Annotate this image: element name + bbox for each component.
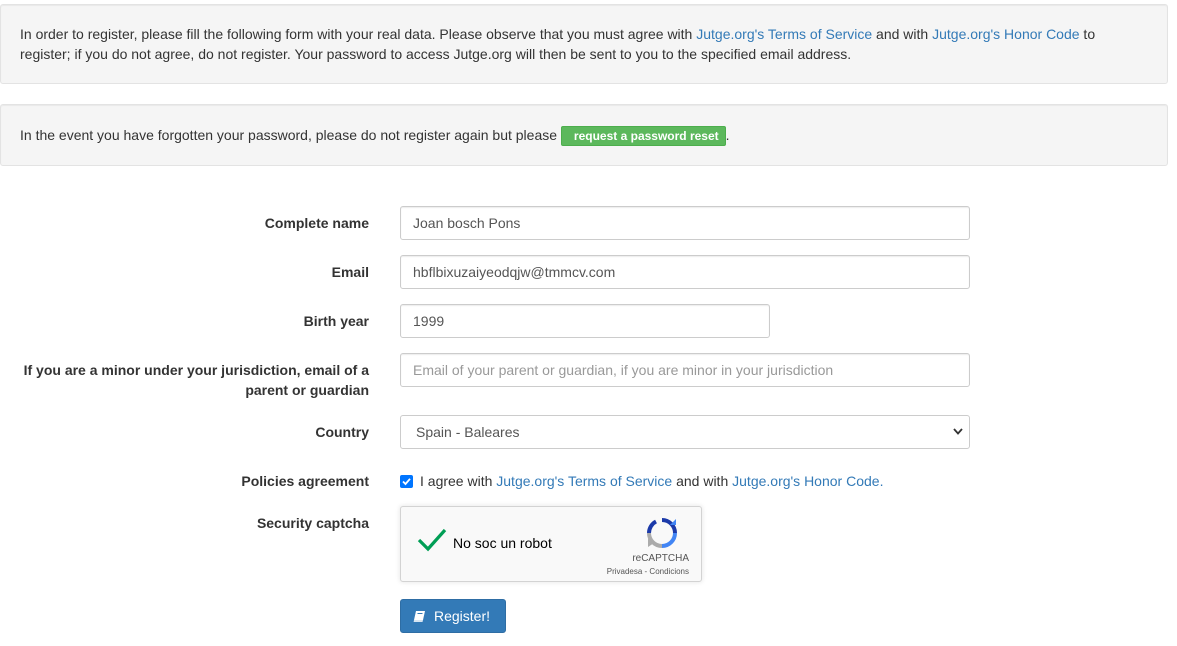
forgot-notice-text-before: In the event you have forgotten your pas… [20, 127, 561, 143]
birth-year-input[interactable] [400, 304, 770, 338]
policies-terms-link[interactable]: Jutge.org's Terms of Service [496, 473, 672, 489]
recaptcha-widget: No soc un robot reCAPTCHA Privadesa - Co… [400, 506, 702, 582]
policies-checkbox[interactable] [400, 475, 413, 488]
email-label: Email [331, 264, 369, 280]
captcha-label: Security captcha [256, 515, 369, 531]
captcha-text: No soc un robot [453, 535, 552, 551]
forgot-notice-text-after: . [725, 127, 730, 143]
recaptcha-logo-icon [646, 517, 678, 552]
captcha-brand: reCAPTCHA [632, 553, 689, 564]
chevron-down-icon [953, 416, 963, 460]
policies-text-middle: and with [672, 473, 733, 489]
policies-text-before: I agree with [420, 473, 497, 489]
complete-name-label: Complete name [264, 215, 369, 231]
register-button-label: Register! [434, 608, 491, 624]
country-label: Country [315, 424, 369, 440]
country-select[interactable]: Spain - Baleares [400, 415, 970, 449]
birth-year-label: Birth year [303, 313, 369, 329]
register-notice-text-middle: and with [872, 26, 933, 42]
complete-name-input[interactable] [400, 206, 970, 240]
forgot-password-notice: In the event you have forgotten your pas… [0, 104, 1168, 166]
guardian-email-label: If you are a minor under your jurisdicti… [23, 362, 369, 398]
country-selected-value: Spain - Baleares [416, 424, 520, 440]
register-button[interactable]: Register! [400, 599, 506, 633]
register-notice: In order to register, please fill the fo… [0, 4, 1168, 84]
book-icon [413, 602, 426, 634]
policies-agreement-row: I agree with Jutge.org's Terms of Servic… [400, 471, 883, 491]
policies-honor-code-link[interactable]: Jutge.org's Honor Code. [732, 473, 883, 489]
checkmark-icon[interactable] [417, 527, 447, 556]
honor-code-link[interactable]: Jutge.org's Honor Code [932, 26, 1079, 42]
policies-label: Policies agreement [241, 473, 369, 489]
captcha-terms-links[interactable]: Privadesa - Condicions [607, 567, 689, 576]
register-notice-text-before: In order to register, please fill the fo… [20, 26, 697, 42]
email-input[interactable] [400, 255, 970, 289]
terms-of-service-link[interactable]: Jutge.org's Terms of Service [696, 26, 872, 42]
request-password-reset-button[interactable]: request a password reset [560, 126, 726, 146]
guardian-email-input[interactable] [400, 353, 970, 387]
